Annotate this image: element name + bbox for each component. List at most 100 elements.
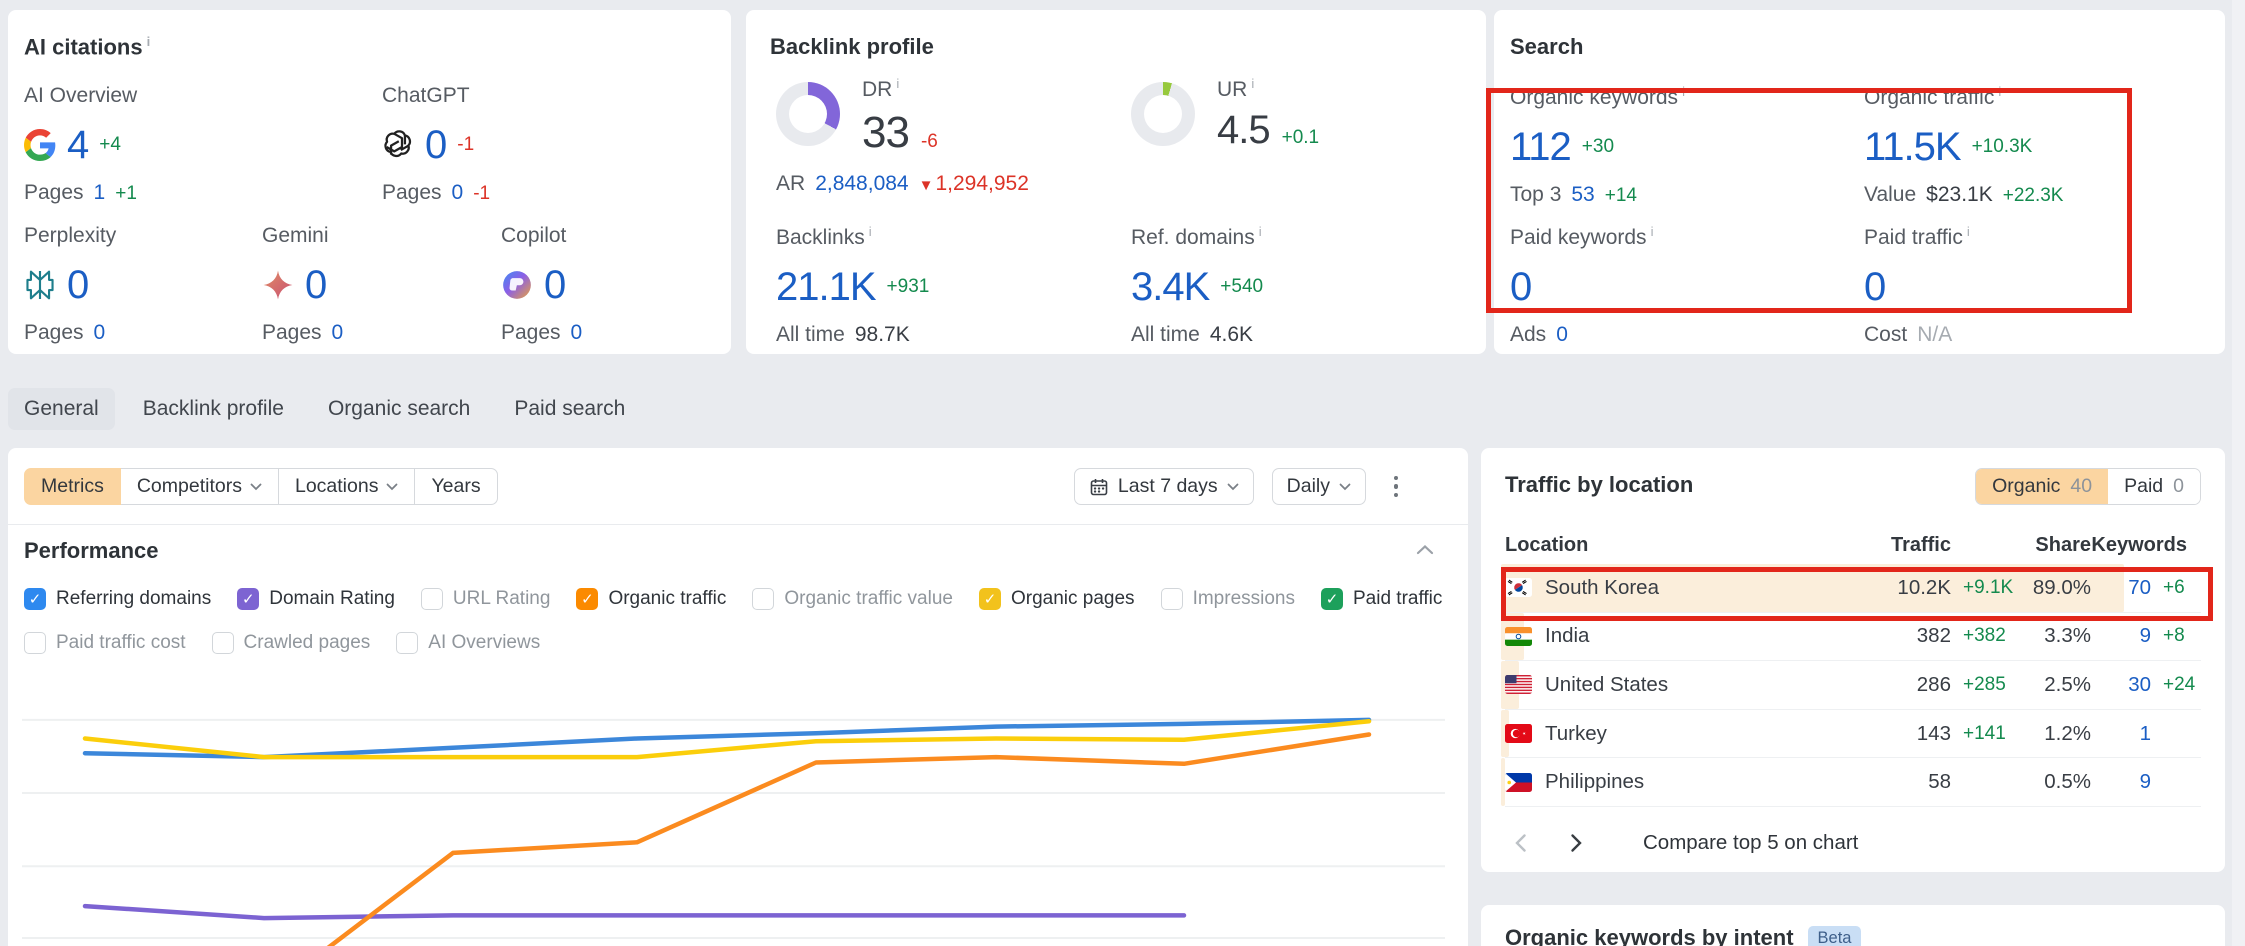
checked-checkbox-icon[interactable]: [576, 588, 598, 610]
metric-value-link[interactable]: 0: [1864, 265, 1885, 310]
metric-copilot: Copilot0Pages0: [501, 224, 582, 345]
location-table-header: Location Traffic Share Keywords: [1505, 534, 2201, 557]
keywords-delta: +24: [2151, 674, 2201, 696]
years-button[interactable]: Years: [414, 468, 497, 505]
traffic-delta: +141: [1951, 723, 2015, 745]
checkbox-paid-traffic-cost[interactable]: Paid traffic cost: [24, 632, 186, 654]
metric-label: Perplexity: [24, 224, 116, 248]
metric-value-link[interactable]: 4: [67, 123, 88, 168]
metric-value-link[interactable]: 0: [425, 123, 446, 168]
unchecked-checkbox-icon[interactable]: [752, 588, 774, 610]
filter-bar: Metrics Competitors Locations Years Last…: [24, 468, 1448, 505]
keywords-count-link[interactable]: 30: [2091, 673, 2151, 697]
more-options-kebab-icon[interactable]: [1384, 472, 1408, 502]
checkbox-url-rating[interactable]: URL Rating: [421, 588, 551, 610]
checked-checkbox-icon[interactable]: [24, 588, 46, 610]
metric-value-link[interactable]: 0: [1510, 265, 1531, 310]
competitors-dropdown[interactable]: Competitors: [120, 468, 279, 505]
unchecked-checkbox-icon[interactable]: [24, 632, 46, 654]
unchecked-checkbox-icon[interactable]: [212, 632, 234, 654]
metric-value-link[interactable]: 11.5K: [1864, 125, 1961, 170]
metric-label: Copilot: [501, 224, 582, 248]
metric-subrow: Ads0: [1510, 323, 1653, 347]
dr-value: 33: [862, 108, 909, 158]
checkbox-organic-traffic[interactable]: Organic traffic: [576, 588, 726, 610]
metrics-button[interactable]: Metrics: [24, 468, 121, 505]
ar-delta: 1,294,952: [919, 172, 1029, 196]
keywords-count-link[interactable]: 9: [2091, 770, 2151, 794]
metric-subvalue[interactable]: 0: [94, 321, 106, 345]
checkbox-organic-pages[interactable]: Organic pages: [979, 588, 1135, 610]
metric-subvalue[interactable]: 53: [1571, 183, 1594, 207]
checkbox-impressions[interactable]: Impressions: [1161, 588, 1295, 610]
checkbox-label: Paid traffic cost: [56, 632, 186, 654]
ur-gauge: [1131, 82, 1195, 146]
metric-value-link[interactable]: 0: [305, 263, 326, 308]
flag-icon-in: [1505, 627, 1532, 646]
metric-organic-keywords: Organic keywords112+30Top 353+14: [1510, 84, 1685, 207]
metric-value-link[interactable]: 112: [1510, 125, 1571, 170]
keywords-by-intent-title: Organic keywords by intent: [1505, 925, 1794, 946]
keywords-count-link[interactable]: 70: [2091, 576, 2151, 600]
toggle-organic[interactable]: Organic 40: [1976, 469, 2108, 504]
location-name: South Korea: [1545, 576, 1659, 600]
scrollbar-track[interactable]: [2232, 0, 2245, 946]
metric-subdelta: -1: [473, 183, 490, 205]
metric-perplexity: Perplexity0Pages0: [24, 224, 116, 345]
checkbox-paid-traffic[interactable]: Paid traffic: [1321, 588, 1442, 610]
date-range-dropdown[interactable]: Last 7 days: [1074, 468, 1254, 505]
metric-value-link[interactable]: 21.1K: [776, 265, 876, 310]
ar-value-link[interactable]: 2,848,084: [815, 172, 908, 196]
metric-value-link[interactable]: 0: [544, 263, 565, 308]
next-page-button[interactable]: [1561, 828, 1591, 858]
ahrefs-rank-row: AR 2,848,084 1,294,952: [776, 172, 1029, 196]
unchecked-checkbox-icon[interactable]: [1161, 588, 1183, 610]
flag-icon-kr: [1505, 578, 1532, 597]
toggle-label: Paid: [2124, 475, 2163, 498]
metric-subvalue: N/A: [1917, 323, 1952, 347]
perplexity-icon: [24, 269, 56, 301]
metric-subrow: All time4.6K: [1131, 323, 1263, 347]
checkbox-crawled-pages[interactable]: Crawled pages: [212, 632, 371, 654]
toggle-count: 40: [2070, 475, 2092, 498]
tab-paid-search[interactable]: Paid search: [498, 388, 641, 430]
toggle-label: Organic: [1992, 475, 2060, 498]
granularity-dropdown[interactable]: Daily: [1272, 468, 1366, 505]
metric-delta: +540: [1220, 276, 1263, 298]
keywords-count-link[interactable]: 1: [2091, 722, 2151, 746]
checkbox-ai-overviews[interactable]: AI Overviews: [396, 632, 540, 654]
metric-value-link[interactable]: 0: [67, 263, 88, 308]
chart-line-organic-pages: [85, 721, 1369, 757]
compare-top5-link[interactable]: Compare top 5 on chart: [1643, 831, 1858, 855]
organic-paid-toggle: Organic 40 Paid0: [1975, 468, 2201, 505]
locations-dropdown[interactable]: Locations: [278, 468, 415, 505]
metric-value-link[interactable]: 3.4K: [1131, 265, 1209, 310]
metric-subrow: Pages0: [24, 321, 116, 345]
unchecked-checkbox-icon[interactable]: [396, 632, 418, 654]
tab-general[interactable]: General: [8, 388, 115, 430]
toggle-paid[interactable]: Paid0: [2108, 469, 2200, 504]
metric-subvalue[interactable]: 1: [94, 181, 106, 205]
checkbox-organic-traffic-value[interactable]: Organic traffic value: [752, 588, 953, 610]
collapse-section-button[interactable]: [1416, 542, 1434, 560]
location-row-turkey: Turkey143+1411.2%1: [1505, 710, 2201, 759]
ur-value: 4.5: [1217, 108, 1270, 153]
metric-subdelta: +14: [1605, 185, 1637, 207]
checked-checkbox-icon[interactable]: [1321, 588, 1343, 610]
checked-checkbox-icon[interactable]: [237, 588, 259, 610]
keywords-count-link[interactable]: 9: [2091, 624, 2151, 648]
tab-backlink-profile[interactable]: Backlink profile: [127, 388, 300, 430]
prev-page-button[interactable]: [1505, 828, 1535, 858]
checked-checkbox-icon[interactable]: [979, 588, 1001, 610]
metric-subvalue[interactable]: 0: [1556, 323, 1568, 347]
checkbox-referring-domains[interactable]: Referring domains: [24, 588, 211, 610]
metric-subvalue[interactable]: 0: [571, 321, 583, 345]
metric-subvalue[interactable]: 0: [332, 321, 344, 345]
chevron-down-icon: [1227, 483, 1239, 491]
unchecked-checkbox-icon[interactable]: [421, 588, 443, 610]
location-row-india: India382+3823.3%9+8: [1505, 613, 2201, 662]
metric-subvalue[interactable]: 0: [452, 181, 464, 205]
tab-organic-search[interactable]: Organic search: [312, 388, 486, 430]
checkbox-domain-rating[interactable]: Domain Rating: [237, 588, 395, 610]
checkbox-label: URL Rating: [453, 588, 551, 610]
